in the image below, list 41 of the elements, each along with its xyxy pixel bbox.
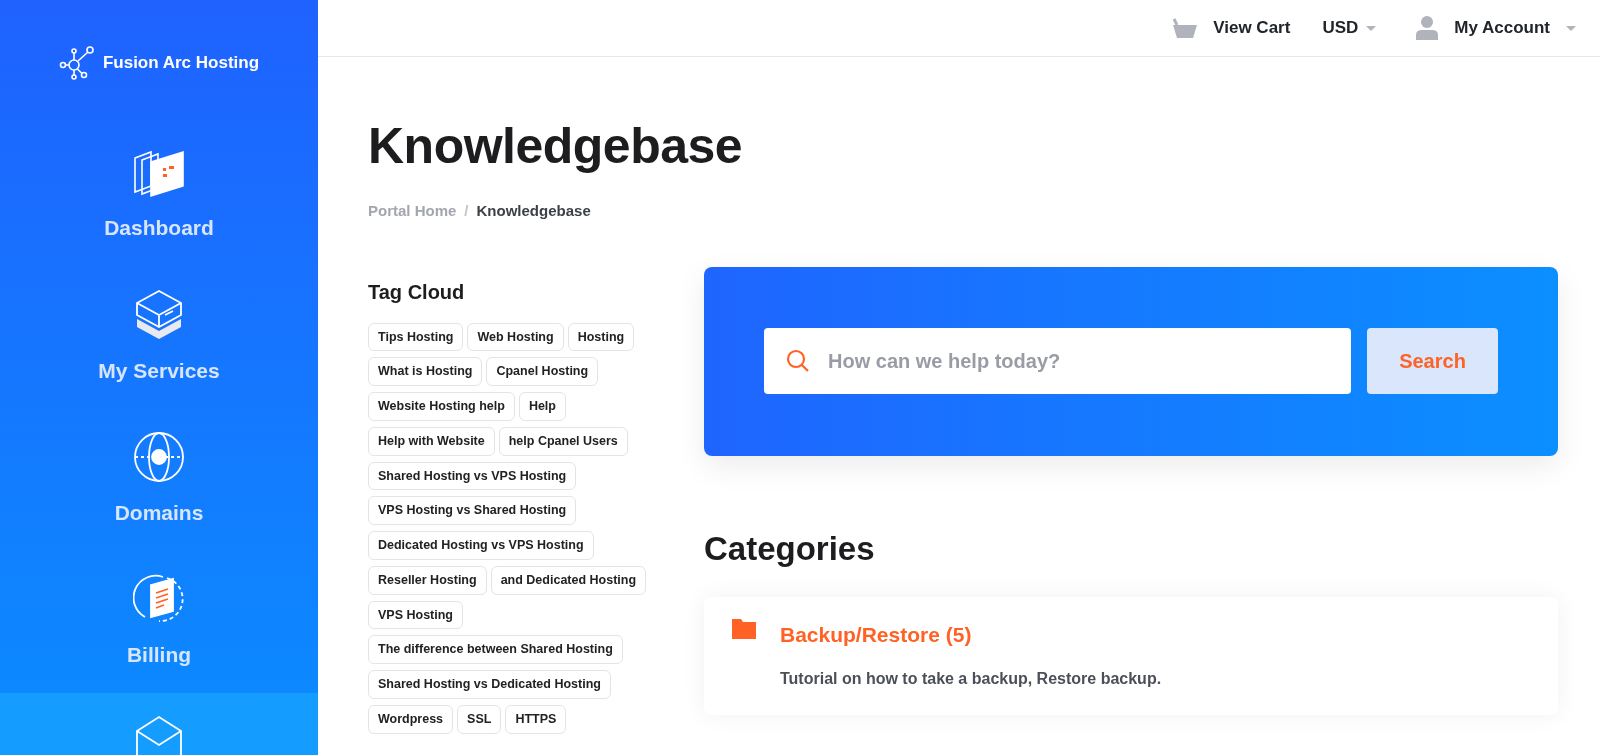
tag-link[interactable]: Tips Hosting: [368, 322, 464, 352]
section-heading: Categories: [704, 528, 876, 569]
folder-icon: [732, 619, 756, 639]
view-cart-link[interactable]: View Cart: [1173, 15, 1291, 41]
tag-link[interactable]: Wordpress: [368, 704, 454, 734]
tag-link[interactable]: What is Hosting: [368, 357, 483, 386]
tag-link[interactable]: SSL: [457, 704, 502, 734]
tag-link[interactable]: Website Hosting help: [368, 392, 515, 421]
tag-link[interactable]: Help with Website: [368, 426, 495, 456]
tag-link[interactable]: Cpanel Hosting: [486, 357, 599, 386]
section-heading: Tag Cloud: [368, 279, 466, 305]
tag-link[interactable]: Shared Hosting vs VPS Hosting: [368, 461, 577, 491]
network-logo-icon: [58, 44, 95, 81]
brand-name[interactable]: Fusion Arc Hosting: [102, 49, 260, 76]
tag-link[interactable]: Web Hosting: [467, 322, 564, 352]
page-title: Knowledgebase: [368, 117, 744, 176]
caret-icon: [1366, 25, 1377, 31]
caret-icon: [1566, 25, 1576, 31]
tag-link[interactable]: Shared Hosting vs Dedicated Hosting: [368, 670, 611, 699]
account-dropdown[interactable]: My Account: [1416, 15, 1576, 41]
breadcrumb-separator: /: [464, 201, 469, 221]
tag-link[interactable]: VPS Hosting: [368, 600, 463, 630]
tag-link[interactable]: The difference between Shared Hosting: [368, 635, 623, 664]
tag-link[interactable]: Help: [518, 392, 566, 421]
tag-link[interactable]: HTTPS: [505, 704, 567, 734]
search-field[interactable]: How can we help today?: [764, 328, 1351, 394]
globe-icon: [133, 431, 185, 484]
basket-icon: [1173, 18, 1198, 38]
breadcrumb-current: Knowledgebase: [476, 201, 591, 221]
tag-link[interactable]: and Dedicated Hosting: [490, 565, 647, 595]
sidebar-item[interactable]: Dashboard: [0, 125, 318, 267]
windows-stack-icon: [133, 148, 185, 199]
category-description: Tutorial on how to take a backup, Restore backup.: [780, 668, 1162, 689]
currency-dropdown[interactable]: USD: [1322, 15, 1377, 41]
tag-link[interactable]: Reseller Hosting: [368, 565, 487, 595]
server-box-icon: [135, 289, 183, 342]
tag-link[interactable]: help Cpanel Users: [498, 426, 628, 456]
tag-link[interactable]: Dedicated Hosting vs VPS Hosting: [368, 531, 594, 560]
tag-link[interactable]: VPS Hosting vs Shared Hosting: [368, 496, 577, 525]
user-icon: [1416, 16, 1439, 40]
tag-link[interactable]: Hosting: [567, 322, 635, 352]
